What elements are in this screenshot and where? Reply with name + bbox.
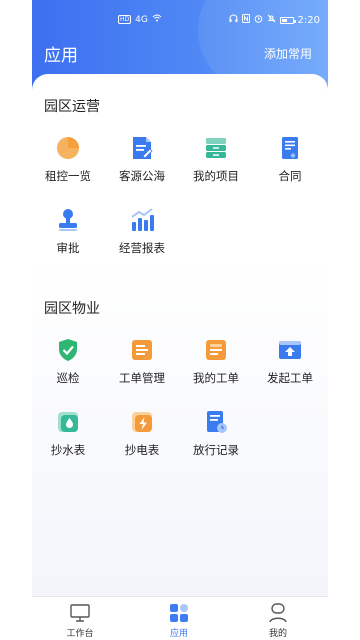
- tab-mine[interactable]: 我的: [248, 602, 308, 639]
- app-label: 巡检: [56, 371, 80, 385]
- status-right: 2:20: [229, 14, 320, 26]
- app-screen: HD 4G 2:20 应用 添加常用 园区运营 租控一览 客源公海 我的项目 合…: [32, 0, 328, 640]
- tab-apps[interactable]: 应用: [149, 602, 209, 639]
- nfc-icon: [241, 14, 250, 26]
- tab-label: 我的: [268, 629, 287, 639]
- status-bar: HD 4G 2:20: [32, 12, 328, 28]
- app-my-projects[interactable]: 我的项目: [179, 134, 253, 194]
- app-label: 客源公海: [119, 169, 165, 183]
- tab-label: 工作台: [66, 629, 94, 639]
- app-label: 经营报表: [119, 241, 165, 255]
- battery-icon: [279, 16, 296, 24]
- alarm-icon: [254, 14, 263, 26]
- app-business-report[interactable]: 经营报表: [105, 206, 179, 266]
- app-release-record[interactable]: 放行记录: [179, 408, 253, 468]
- contract-icon: [282, 137, 298, 159]
- bottom-tab-bar: 工作台 应用 我的: [32, 596, 328, 640]
- tab-workbench[interactable]: 工作台: [50, 602, 110, 639]
- app-create-work-order[interactable]: 发起工单: [253, 336, 327, 396]
- content-area: 园区运营 租控一览 客源公海 我的项目 合同 审批 经营报表 园区物业 巡检 工…: [32, 74, 328, 596]
- section-title-operations: 园区运营: [44, 99, 100, 115]
- page-title: 应用: [44, 46, 78, 66]
- network-indicator: 4G: [135, 14, 148, 25]
- app-rent-overview[interactable]: 租控一览: [32, 134, 105, 194]
- app-customer-pool[interactable]: 客源公海: [105, 134, 179, 194]
- stamp-icon: [59, 209, 77, 231]
- app-label: 工单管理: [119, 371, 165, 385]
- app-my-work-order[interactable]: 我的工单: [179, 336, 253, 396]
- upload-order-icon: [279, 341, 301, 359]
- hd-indicator: HD: [118, 15, 132, 24]
- section-title-property: 园区物业: [44, 301, 100, 317]
- app-label: 租控一览: [45, 169, 91, 183]
- release-record-icon: [207, 411, 227, 433]
- status-time: 2:20: [297, 14, 320, 26]
- phone-frame: HD 4G 2:20 应用 添加常用 园区运营 租控一览 客源公海 我的项目 合…: [0, 0, 360, 640]
- outer-margin-right: [328, 0, 360, 640]
- app-label: 抄电表: [124, 443, 160, 457]
- bar-chart-icon: [131, 208, 154, 231]
- app-label: 审批: [56, 241, 80, 255]
- app-label: 我的工单: [193, 371, 239, 385]
- electric-meter-icon: [132, 412, 152, 432]
- water-meter-icon: [58, 412, 78, 432]
- monitor-icon: [70, 604, 90, 622]
- pie-chart-icon: [57, 137, 79, 159]
- stack-icon: [206, 138, 226, 158]
- app-label: 我的项目: [193, 169, 239, 183]
- app-inspection[interactable]: 巡检: [32, 336, 105, 396]
- app-contract[interactable]: 合同: [253, 134, 327, 194]
- app-work-order-management[interactable]: 工单管理: [105, 336, 179, 396]
- headphone-icon: [229, 14, 238, 26]
- app-label: 抄水表: [50, 443, 86, 457]
- tab-label: 应用: [169, 629, 188, 639]
- add-common-button[interactable]: 添加常用: [264, 45, 312, 62]
- app-electric-meter[interactable]: 抄电表: [105, 408, 179, 468]
- wifi-icon: [152, 14, 162, 25]
- person-icon: [269, 603, 287, 623]
- work-order-icon: [132, 340, 152, 360]
- app-label: 合同: [278, 169, 302, 183]
- app-label: 放行记录: [193, 443, 239, 457]
- mute-icon: [267, 14, 276, 26]
- app-water-meter[interactable]: 抄水表: [32, 408, 105, 468]
- app-approval[interactable]: 审批: [32, 206, 105, 266]
- my-order-icon: [206, 340, 226, 360]
- document-edit-icon: [133, 137, 153, 159]
- apps-grid-icon: [170, 604, 188, 622]
- shield-check-icon: [59, 339, 77, 361]
- status-left: HD 4G: [118, 14, 162, 25]
- app-label: 发起工单: [267, 371, 313, 385]
- outer-margin-left: [0, 0, 32, 640]
